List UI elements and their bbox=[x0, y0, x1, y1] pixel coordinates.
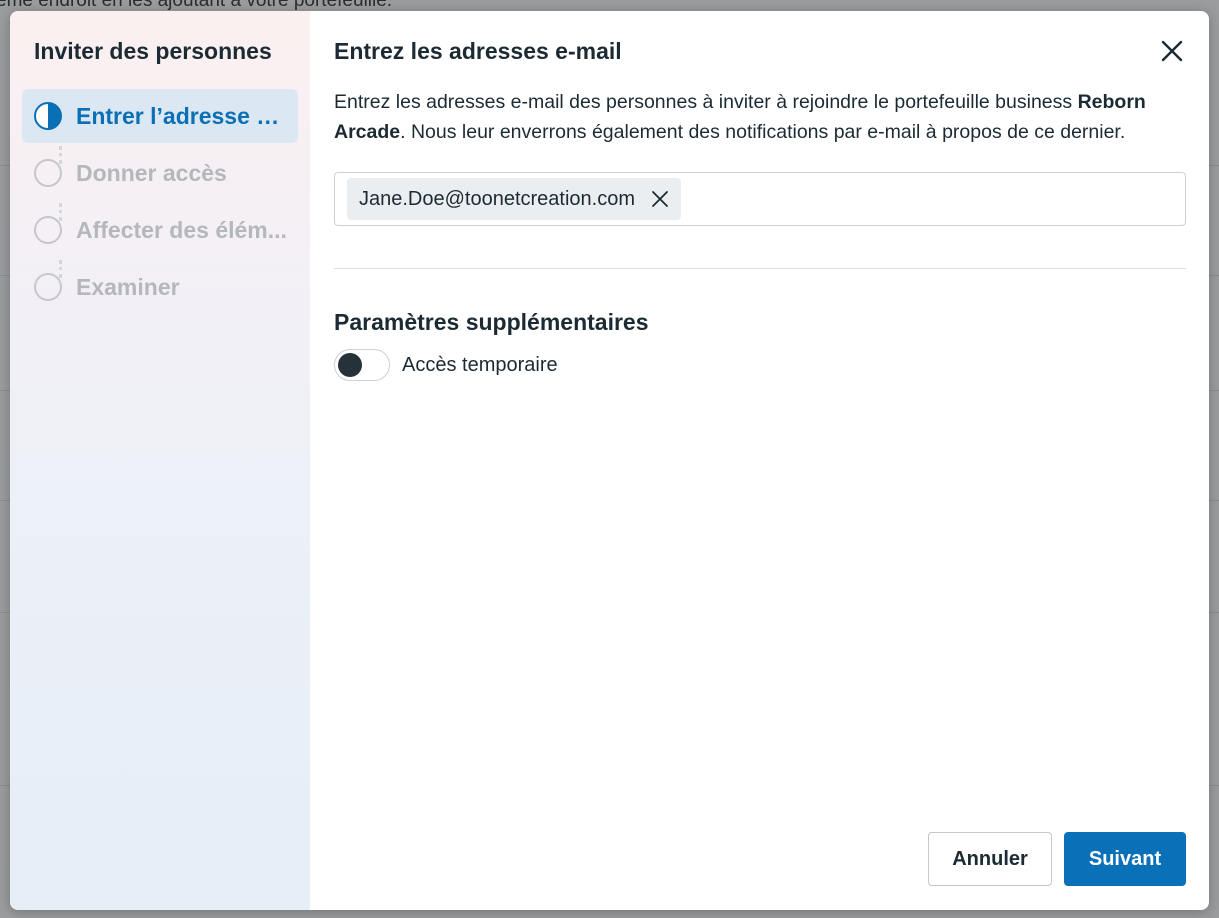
step-label: Entrer l’adresse e... bbox=[76, 102, 288, 129]
description-text: Entrez les adresses e-mail des personnes… bbox=[334, 91, 1078, 113]
step-label: Affecter des élém... bbox=[76, 216, 287, 243]
empty-circle-icon bbox=[34, 273, 62, 301]
dialog-description: Entrez les adresses e-mail des personnes… bbox=[334, 87, 1174, 147]
email-chip-text: Jane.Doe@toonetcreation.com bbox=[359, 187, 636, 210]
invite-people-dialog: Inviter des personnes Entrer l’adresse e… bbox=[10, 11, 1209, 910]
stepper: Entrer l’adresse e... Donner accès Affec… bbox=[22, 89, 298, 314]
empty-circle-icon bbox=[34, 159, 62, 187]
half-filled-circle-icon bbox=[34, 102, 62, 130]
temporary-access-toggle[interactable] bbox=[334, 349, 390, 381]
temporary-access-row: Accès temporaire bbox=[334, 349, 1186, 381]
dialog-title: Entrez les adresses e-mail bbox=[334, 38, 622, 64]
stepper-sidebar: Inviter des personnes Entrer l’adresse e… bbox=[10, 11, 310, 910]
close-icon bbox=[1161, 40, 1183, 62]
remove-email-button[interactable] bbox=[651, 190, 669, 208]
email-chip: Jane.Doe@toonetcreation.com bbox=[347, 178, 682, 220]
dialog-footer: Annuler Suivant bbox=[928, 832, 1186, 886]
additional-settings-title: Paramètres supplémentaires bbox=[334, 309, 649, 335]
step-grant-access[interactable]: Donner accès bbox=[22, 146, 298, 200]
sidebar-title: Inviter des personnes bbox=[34, 38, 272, 64]
toggle-knob bbox=[338, 353, 362, 377]
empty-circle-icon bbox=[34, 216, 62, 244]
section-divider bbox=[334, 268, 1186, 269]
close-button[interactable] bbox=[1158, 37, 1186, 65]
step-label: Examiner bbox=[76, 273, 180, 300]
step-review[interactable]: Examiner bbox=[22, 260, 298, 314]
description-text: . Nous leur enverrons également des noti… bbox=[400, 121, 1126, 143]
cancel-button[interactable]: Annuler bbox=[928, 832, 1052, 886]
step-enter-email[interactable]: Entrer l’adresse e... bbox=[22, 89, 298, 143]
step-label: Donner accès bbox=[76, 159, 227, 186]
close-icon bbox=[652, 191, 668, 207]
temporary-access-label: Accès temporaire bbox=[402, 353, 558, 376]
step-assign-assets[interactable]: Affecter des élém... bbox=[22, 203, 298, 257]
email-input-field[interactable]: Jane.Doe@toonetcreation.com bbox=[334, 172, 1186, 226]
dialog-content: Entrez les adresses e-mail Entrez les ad… bbox=[310, 11, 1209, 910]
next-button[interactable]: Suivant bbox=[1064, 832, 1186, 886]
